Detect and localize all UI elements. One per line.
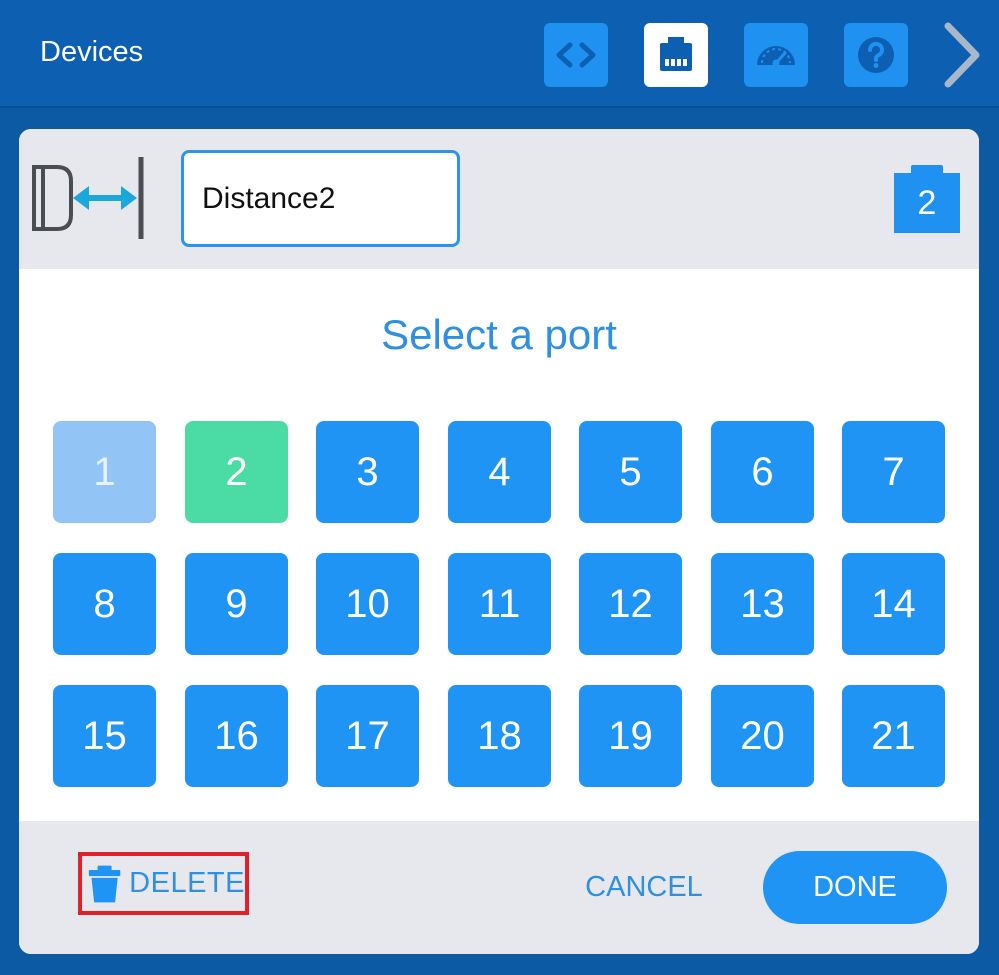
done-button[interactable]: DONE — [763, 851, 947, 924]
port-17-button[interactable]: 17 — [316, 685, 419, 787]
cancel-button[interactable]: CANCEL — [584, 865, 704, 909]
page-title: Devices — [40, 36, 144, 68]
dialog-header: 2 — [19, 129, 979, 269]
dashboard-button[interactable] — [744, 23, 808, 87]
help-icon — [858, 37, 894, 73]
delete-button[interactable]: DELETE — [78, 852, 249, 915]
chevron-right-icon[interactable] — [938, 22, 988, 88]
port-4-button[interactable]: 4 — [448, 421, 551, 523]
port-16-button[interactable]: 16 — [185, 685, 288, 787]
device-name-input[interactable] — [181, 150, 460, 247]
port-9-button[interactable]: 9 — [185, 553, 288, 655]
help-button[interactable] — [844, 23, 908, 87]
port-6-button[interactable]: 6 — [711, 421, 814, 523]
dialog-footer: DELETE CANCEL DONE — [19, 821, 979, 954]
code-button[interactable] — [544, 23, 608, 87]
dashboard-gauge-icon — [757, 46, 795, 67]
port-grid: 1 2 3 4 5 6 7 8 9 10 11 12 13 14 15 16 17 18 19 20 21 — [53, 421, 945, 787]
port-18-button[interactable]: 18 — [448, 685, 551, 787]
port-20-button[interactable]: 20 — [711, 685, 814, 787]
port-2-button[interactable]: 2 — [185, 421, 288, 523]
port-21-button[interactable]: 21 — [842, 685, 945, 787]
port-badge-number: 2 — [894, 173, 960, 233]
port-10-button[interactable]: 10 — [316, 553, 419, 655]
device-config-dialog: 2 Select a port 123456789101112131415161… — [19, 129, 979, 954]
top-bar: Devices — [0, 0, 999, 108]
select-port-title: Select a port — [381, 311, 617, 358]
port-15-button[interactable]: 15 — [53, 685, 156, 787]
devices-button[interactable] — [644, 23, 708, 87]
devices-port-icon — [660, 37, 692, 71]
port-13-button[interactable]: 13 — [711, 553, 814, 655]
port-19-button[interactable]: 19 — [579, 685, 682, 787]
trash-icon — [88, 865, 121, 902]
port-5-button[interactable]: 5 — [579, 421, 682, 523]
distance-sensor-icon — [32, 157, 144, 239]
port-3-button[interactable]: 3 — [316, 421, 419, 523]
code-icon — [556, 42, 596, 68]
port-14-button[interactable]: 14 — [842, 553, 945, 655]
port-8-button[interactable]: 8 — [53, 553, 156, 655]
port-badge: 2 — [894, 165, 960, 233]
port-12-button[interactable]: 12 — [579, 553, 682, 655]
delete-label: DELETE — [129, 867, 245, 899]
port-7-button[interactable]: 7 — [842, 421, 945, 523]
port-11-button[interactable]: 11 — [448, 553, 551, 655]
port-1-button: 1 — [53, 421, 156, 523]
